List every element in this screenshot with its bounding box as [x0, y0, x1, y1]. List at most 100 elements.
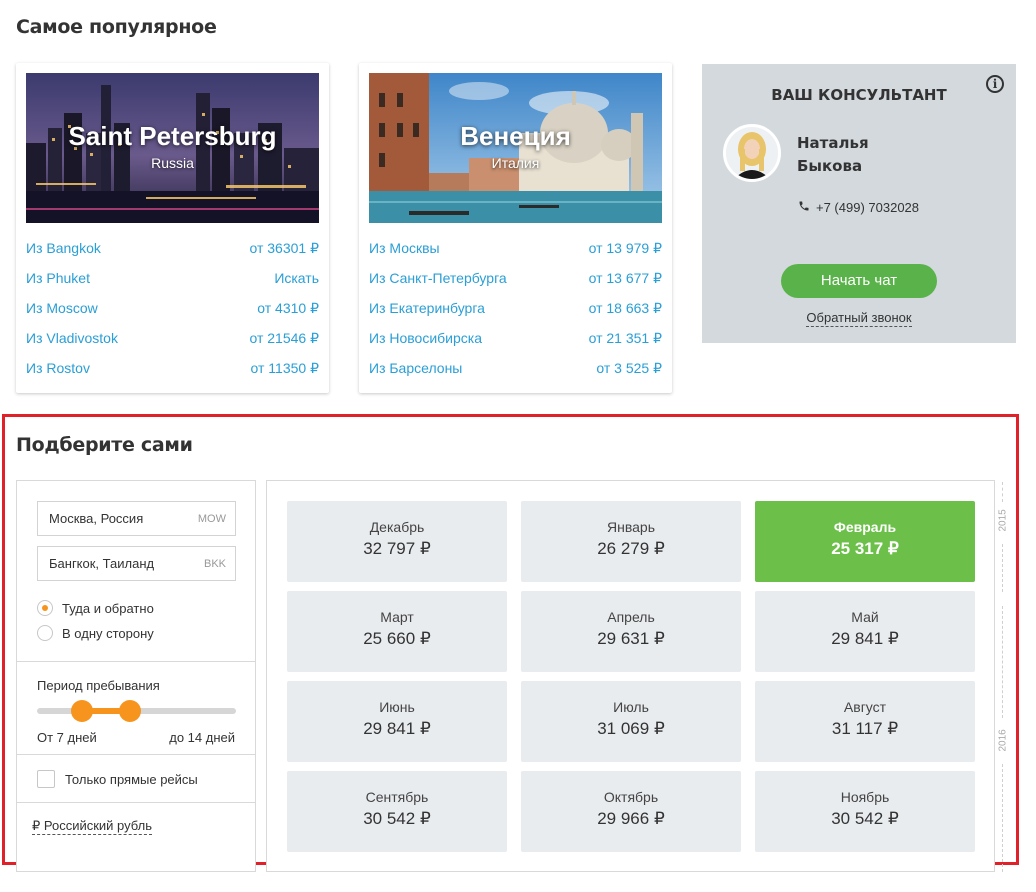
route-price[interactable]: от 13 677 ₽ [589, 270, 662, 287]
destination-value[interactable]: Бангкок, Таиланд [49, 556, 154, 571]
route-link[interactable]: Из Phuket Искать [26, 263, 319, 293]
divider [17, 754, 255, 755]
month-price: 25 317 ₽ [831, 539, 899, 558]
period-slider[interactable] [37, 700, 236, 722]
month-tile[interactable]: Август 31 117 ₽ [755, 681, 975, 762]
route-list: Из Bangkok от 36301 ₽ Из Phuket Искать Из … [26, 233, 319, 383]
destination-card-saint-petersburg[interactable]: Saint Petersburg Russia Из Bangkok от 363… [16, 63, 329, 393]
radio-label: Туда и обратно [62, 600, 154, 616]
callback-link[interactable]: Обратный звонок [806, 310, 912, 327]
route-origin[interactable]: Из Барселоны [369, 360, 462, 376]
info-icon[interactable]: i [986, 75, 1004, 93]
month-name: Январь [607, 519, 655, 535]
month-tile[interactable]: Ноябрь 30 542 ₽ [755, 771, 975, 852]
month-tile[interactable]: Сентябрь 30 542 ₽ [287, 771, 507, 852]
month-price: 32 797 ₽ [363, 539, 431, 558]
route-link[interactable]: Из Moscow от 4310 ₽ [26, 293, 319, 323]
month-tile[interactable]: Июль 31 069 ₽ [521, 681, 741, 762]
month-name: Апрель [607, 609, 655, 625]
radio-button-checked[interactable] [37, 600, 53, 616]
month-name: Июль [613, 699, 649, 715]
origin-field[interactable]: Москва, Россия MOW [37, 501, 236, 536]
radio-label: В одну сторону [62, 625, 154, 641]
route-price[interactable]: от 18 663 ₽ [589, 300, 662, 317]
direct-flights-option[interactable]: Только прямые рейсы [37, 770, 198, 788]
month-tile[interactable]: Май 29 841 ₽ [755, 591, 975, 672]
month-price: 29 631 ₽ [597, 629, 665, 648]
city-country: Russia [151, 155, 194, 171]
route-link[interactable]: Из Bangkok от 36301 ₽ [26, 233, 319, 263]
radio-button[interactable] [37, 625, 53, 641]
year-timeline-line [1002, 544, 1003, 592]
slider-handle-max[interactable] [119, 700, 141, 722]
phone-number[interactable]: +7 (499) 7032028 [816, 200, 919, 215]
route-link[interactable]: Из Rostov от 11350 ₽ [26, 353, 319, 383]
finder-section-title: Подберите сами [16, 434, 193, 456]
month-prices-panel: Декабрь 32 797 ₽ Январь 26 279 ₽ Февраль 25… [266, 480, 995, 872]
divider [17, 661, 255, 662]
route-origin[interactable]: Из Екатеринбурга [369, 300, 485, 316]
route-origin[interactable]: Из Москвы [369, 240, 440, 256]
month-price: 26 279 ₽ [597, 539, 665, 558]
month-tile-selected[interactable]: Февраль 25 317 ₽ [755, 501, 975, 582]
route-origin[interactable]: Из Санкт-Петербурга [369, 270, 507, 286]
destination-field[interactable]: Бангкок, Таиланд BKK [37, 546, 236, 581]
month-tile[interactable]: Октябрь 29 966 ₽ [521, 771, 741, 852]
month-tile[interactable]: Март 25 660 ₽ [287, 591, 507, 672]
route-price[interactable]: от 21 351 ₽ [589, 330, 662, 347]
route-origin[interactable]: Из Vladivostok [26, 330, 118, 346]
agent-first-name: Наталья [797, 134, 869, 152]
month-name: Декабрь [369, 519, 425, 535]
route-origin[interactable]: Из Moscow [26, 300, 98, 316]
radio-round-trip[interactable]: Туда и обратно [37, 600, 154, 616]
radio-one-way[interactable]: В одну сторону [37, 625, 154, 641]
route-price[interactable]: от 36301 ₽ [249, 240, 319, 257]
origin-value[interactable]: Москва, Россия [49, 511, 143, 526]
route-price[interactable]: от 21546 ₽ [249, 330, 319, 347]
route-origin[interactable]: Из Новосибирска [369, 330, 482, 346]
route-origin[interactable]: Из Phuket [26, 270, 90, 286]
month-name: Май [851, 609, 879, 625]
route-link[interactable]: Из Санкт-Петербурга от 13 677 ₽ [369, 263, 662, 293]
month-name: Сентябрь [365, 789, 429, 805]
route-link[interactable]: Из Екатеринбурга от 18 663 ₽ [369, 293, 662, 323]
search-filters-panel: Москва, Россия MOW Бангкок, Таиланд BKK … [16, 480, 256, 872]
city-photo-venice[interactable]: Венеция Италия [369, 73, 662, 223]
month-name: Июнь [379, 699, 415, 715]
route-link[interactable]: Из Барселоны от 3 525 ₽ [369, 353, 662, 383]
route-link[interactable]: Из Новосибирска от 21 351 ₽ [369, 323, 662, 353]
route-price[interactable]: от 4310 ₽ [257, 300, 319, 317]
route-price[interactable]: Искать [274, 270, 319, 286]
route-price[interactable]: от 11350 ₽ [251, 360, 319, 377]
route-origin[interactable]: Из Bangkok [26, 240, 101, 256]
month-name: Ноябрь [840, 789, 890, 805]
month-price: 30 542 ₽ [831, 809, 899, 828]
year-timeline-line [1002, 606, 1003, 718]
period-max-label: до 14 дней [169, 730, 235, 745]
month-tile[interactable]: Декабрь 32 797 ₽ [287, 501, 507, 582]
slider-handle-min[interactable] [71, 700, 93, 722]
phone-icon [798, 200, 810, 215]
start-chat-button[interactable]: Начать чат [781, 264, 937, 298]
month-price: 30 542 ₽ [363, 809, 431, 828]
month-tile[interactable]: Январь 26 279 ₽ [521, 501, 741, 582]
direct-flights-checkbox[interactable] [37, 770, 55, 788]
city-photo-saint-petersburg[interactable]: Saint Petersburg Russia [26, 73, 319, 223]
year-label-2016: 2016 [997, 729, 1009, 752]
month-tile[interactable]: Апрель 29 631 ₽ [521, 591, 741, 672]
destination-card-venice[interactable]: Венеция Италия Из Москвы от 13 979 ₽ Из С… [359, 63, 672, 393]
direct-flights-label: Только прямые рейсы [65, 771, 198, 787]
route-price[interactable]: от 3 525 ₽ [596, 360, 662, 377]
currency-selector[interactable]: ₽ Российский рубль [32, 818, 153, 835]
month-tile[interactable]: Июнь 29 841 ₽ [287, 681, 507, 762]
route-link[interactable]: Из Vladivostok от 21546 ₽ [26, 323, 319, 353]
city-name: Saint Petersburg [68, 121, 277, 151]
route-origin[interactable]: Из Rostov [26, 360, 90, 376]
route-link[interactable]: Из Москвы от 13 979 ₽ [369, 233, 662, 263]
period-label: Период пребывания [37, 678, 160, 693]
route-price[interactable]: от 13 979 ₽ [589, 240, 662, 257]
route-list: Из Москвы от 13 979 ₽ Из Санкт-Петербурга… [369, 233, 662, 383]
city-country: Италия [491, 155, 540, 171]
month-name: Февраль [833, 519, 897, 535]
month-price: 31 069 ₽ [597, 719, 665, 738]
